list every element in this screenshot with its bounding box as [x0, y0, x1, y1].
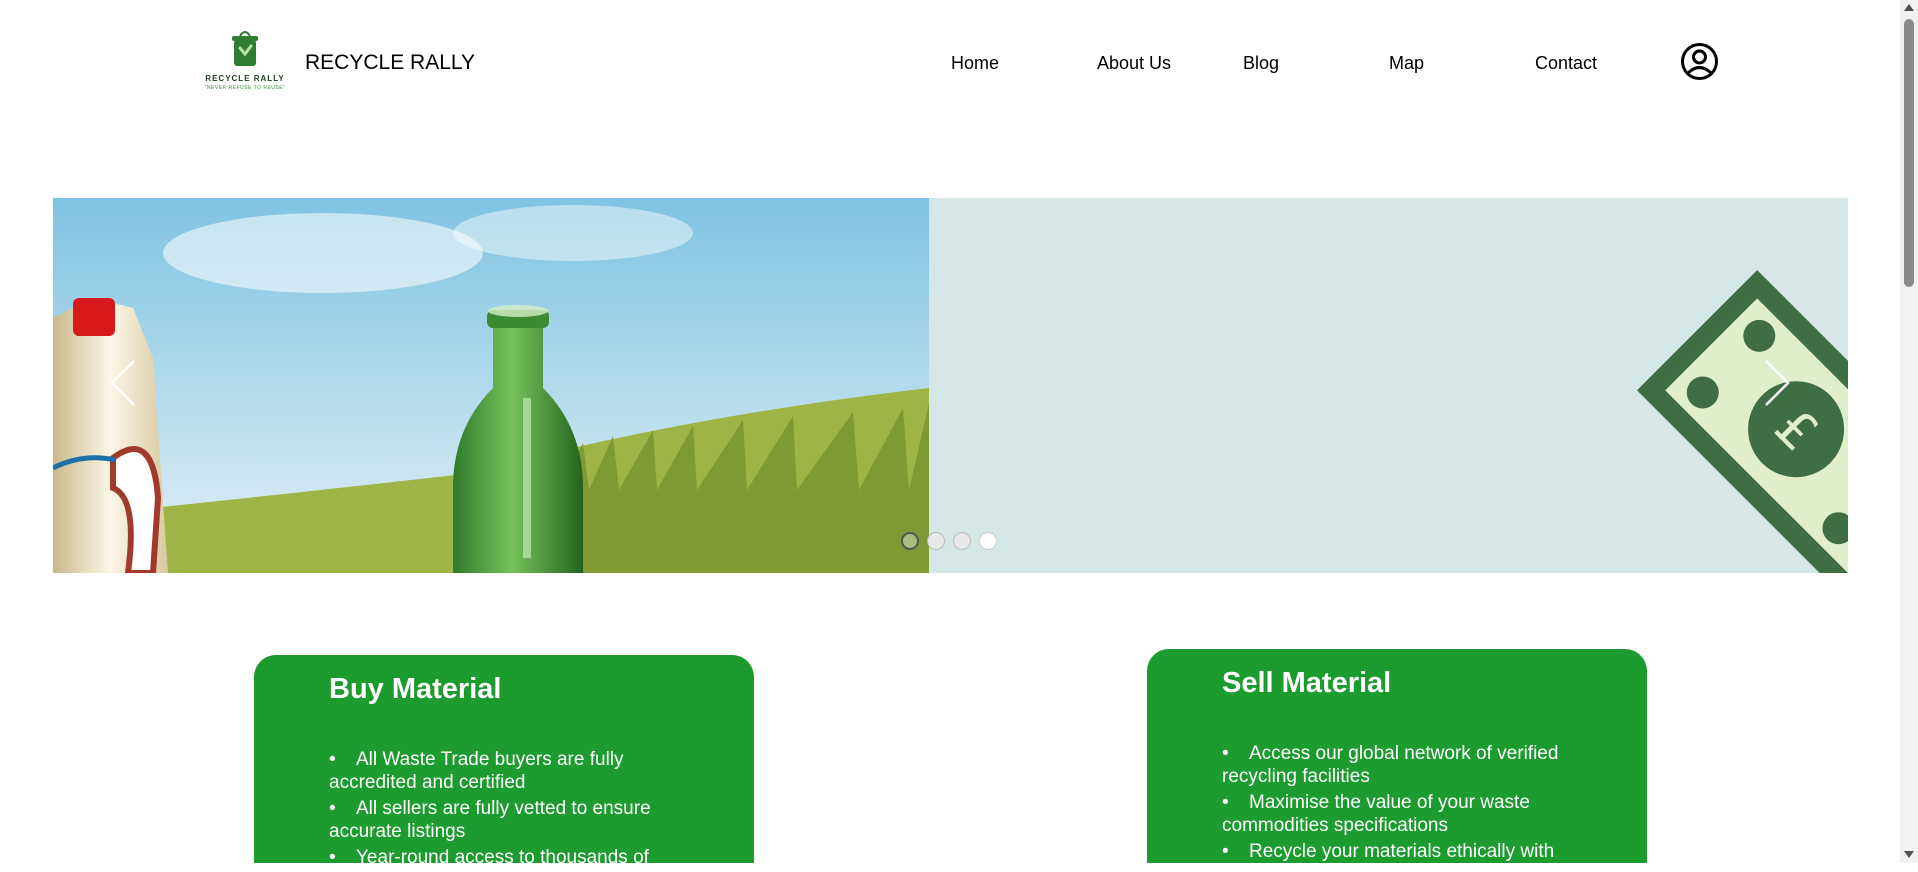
recycle-bin-logo-icon: [188, 22, 302, 72]
nav-map[interactable]: Map: [1389, 53, 1424, 74]
nav-blog[interactable]: Blog: [1243, 53, 1279, 74]
scroll-up-arrow-icon[interactable]: [1904, 4, 1914, 11]
hero-slider: £: [53, 198, 1848, 573]
buy-material-card: Buy Material • All Waste Trade buyers are…: [254, 655, 754, 868]
account-button[interactable]: [1680, 42, 1719, 81]
scrollbar-thumb[interactable]: [1904, 19, 1914, 287]
buy-benefits-list: • All Waste Trade buyers are fully accred…: [329, 748, 689, 872]
slider-dot-3[interactable]: [953, 532, 971, 550]
scroll-down-arrow-icon[interactable]: [1904, 851, 1914, 858]
sell-benefits-list: • Access our global network of verified r…: [1222, 742, 1582, 866]
list-item: • All Waste Trade buyers are fully accred…: [329, 749, 624, 793]
banknote-illustration: £: [1636, 270, 1848, 573]
card-title: Buy Material: [329, 673, 502, 705]
nav-contact[interactable]: Contact: [1535, 53, 1597, 74]
chevron-right-icon: [1765, 360, 1790, 406]
slide-image-bottles: [53, 198, 929, 573]
list-item: • All sellers are fully vetted to ensure …: [329, 798, 651, 842]
list-item: • Recycle your materials ethically with: [1222, 841, 1555, 862]
logo-name: RECYCLE RALLY: [205, 74, 285, 83]
slider-prev-button[interactable]: [108, 358, 138, 408]
logo-tagline: "NEVER REFUSE TO REUSE": [204, 85, 286, 91]
slider-dot-2[interactable]: [927, 532, 945, 550]
page-scrollbar[interactable]: [1900, 0, 1918, 863]
chevron-left-icon: [110, 360, 135, 406]
list-item: • Year-round access to thousands of: [329, 847, 649, 868]
list-item: • Access our global network of verified r…: [1222, 743, 1559, 787]
user-account-icon: [1681, 43, 1718, 80]
slide-image-money: £: [929, 198, 1848, 573]
nav-home[interactable]: Home: [951, 53, 999, 74]
card-title: Sell Material: [1222, 667, 1392, 699]
slider-dot-1[interactable]: [901, 532, 919, 550]
site-logo[interactable]: RECYCLE RALLY "NEVER REFUSE TO REUSE": [188, 22, 302, 97]
slider-dot-4-active[interactable]: [979, 532, 997, 550]
nav-about-us[interactable]: About Us: [1097, 53, 1171, 74]
slider-next-button[interactable]: [1762, 358, 1792, 408]
sell-material-card: Sell Material • Access our global network…: [1147, 649, 1647, 863]
brand-name[interactable]: RECYCLE RALLY: [305, 51, 475, 75]
list-item: • Maximise the value of your waste commod…: [1222, 792, 1530, 836]
